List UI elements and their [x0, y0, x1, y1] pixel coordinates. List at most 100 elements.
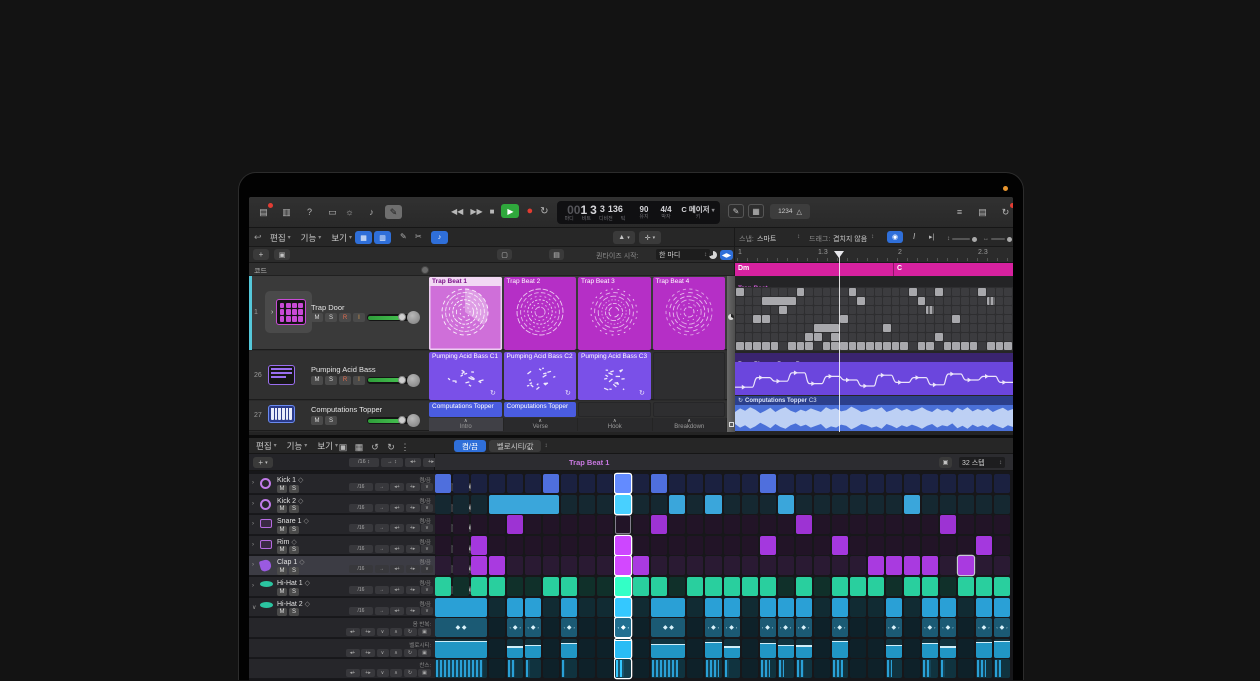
chance-cell[interactable] — [579, 659, 595, 678]
nudge-left-button[interactable]: ◂+ — [390, 565, 404, 573]
step-cell[interactable] — [814, 495, 830, 514]
trap-step-cell[interactable] — [762, 342, 770, 350]
rate-field[interactable]: /16 — [349, 586, 373, 594]
metronome-icon[interactable]: △ — [797, 208, 802, 216]
note-repeat-icon[interactable]: ‹◆› — [760, 618, 776, 637]
trap-step-cell[interactable] — [970, 333, 978, 341]
step-cell[interactable] — [561, 515, 577, 534]
trap-step-cell[interactable] — [918, 315, 926, 323]
trap-step-cell[interactable] — [849, 324, 857, 332]
direction-field[interactable]: → — [375, 504, 389, 512]
note-repeat-icon[interactable]: ‹◆› — [796, 618, 812, 637]
step-cell[interactable] — [579, 515, 595, 534]
velocity-bar[interactable] — [561, 643, 577, 658]
chance-bar[interactable] — [761, 660, 770, 677]
step-cell[interactable] — [958, 577, 974, 596]
trap-step-cell[interactable] — [788, 306, 796, 314]
trap-step-cell[interactable] — [745, 324, 753, 332]
trap-step-cell[interactable] — [788, 288, 796, 296]
track-icon-drum-machine[interactable]: › — [265, 291, 312, 333]
trap-step-cell[interactable] — [875, 288, 883, 296]
trap-step-cell[interactable] — [900, 342, 908, 350]
note-repeat-icon[interactable]: ‹◆› — [778, 618, 794, 637]
step-cell[interactable] — [579, 495, 595, 514]
step-cell[interactable] — [705, 556, 721, 575]
repeat-cell[interactable] — [868, 618, 884, 637]
trap-step-cell[interactable] — [797, 333, 805, 341]
solo-button[interactable]: S — [325, 416, 337, 425]
step-cell[interactable] — [796, 556, 812, 575]
trap-step-cell[interactable] — [771, 333, 779, 341]
step-cell[interactable] — [651, 495, 667, 514]
chance-cell[interactable] — [814, 659, 830, 678]
trap-step-cell[interactable] — [805, 315, 813, 323]
step-cell[interactable] — [579, 598, 595, 617]
rotate-left-icon[interactable]: ↺ — [369, 440, 381, 454]
menu-편집[interactable]: 편집▾ — [265, 231, 296, 244]
mute-button[interactable]: M — [277, 567, 287, 575]
chance-cell[interactable] — [868, 659, 884, 678]
step-cell[interactable] — [778, 474, 794, 493]
trap-step-cell[interactable] — [797, 315, 805, 323]
drag-value[interactable]: 겹치지 않음 — [833, 234, 867, 244]
trap-step-cell[interactable] — [996, 297, 1004, 305]
step-cell[interactable] — [687, 556, 703, 575]
duplicate-button[interactable]: ▣ — [274, 249, 290, 260]
row-header-rim[interactable]: ›Rim ◇MS켬/끔/16→◂++▸∨∧↻▣ — [249, 536, 435, 556]
repeat-cell[interactable] — [597, 618, 613, 637]
step-cell[interactable] — [832, 577, 848, 596]
trap-step-cell[interactable] — [970, 306, 978, 314]
step-cell[interactable] — [669, 495, 685, 514]
nudge-right-button[interactable]: +▸ — [406, 483, 420, 491]
velocity-cell[interactable] — [435, 639, 487, 658]
row-name[interactable]: Kick 2 ◇ — [277, 497, 303, 505]
trap-step-cell[interactable] — [952, 342, 960, 350]
pan-knob[interactable] — [407, 311, 420, 324]
down-button[interactable]: ∨ — [421, 586, 433, 594]
trap-step-cell[interactable] — [762, 297, 796, 305]
step-cell[interactable] — [922, 495, 938, 514]
step-cell[interactable] — [453, 556, 469, 575]
trap-step-cell[interactable] — [805, 333, 813, 341]
step-cell[interactable] — [958, 515, 974, 534]
trap-step-cell[interactable] — [883, 315, 891, 323]
trap-step-cell[interactable] — [970, 297, 978, 305]
velocity-bar[interactable] — [705, 642, 721, 658]
menu-기능[interactable]: 기능▾ — [296, 231, 327, 244]
trap-step-cell[interactable] — [779, 324, 787, 332]
nudge-right-button[interactable]: +▸ — [406, 524, 420, 532]
trap-step-cell[interactable] — [883, 306, 891, 314]
step-cell[interactable] — [760, 577, 776, 596]
velocity-bar[interactable] — [760, 643, 776, 658]
direction-field[interactable]: → — [375, 565, 389, 573]
trap-step-cell[interactable] — [753, 315, 761, 323]
crossfade-button[interactable]: ◀▶ — [720, 250, 733, 260]
nudge-right-button[interactable]: +▸ — [361, 628, 375, 636]
step-cell[interactable] — [940, 598, 956, 617]
trap-step-cell[interactable] — [926, 342, 934, 350]
step-cell[interactable] — [976, 515, 992, 534]
step-cell[interactable] — [976, 495, 992, 514]
repeat-cell[interactable]: ‹◆› — [561, 618, 577, 637]
nudge-left-button[interactable]: ◂+ — [390, 545, 404, 553]
direction-field[interactable]: → ↕ — [381, 458, 403, 467]
chance-cell[interactable] — [507, 659, 523, 678]
trap-step-cell[interactable] — [883, 297, 891, 305]
loop-cell[interactable]: Trap Beat 2 — [504, 277, 577, 350]
chance-cell[interactable] — [922, 659, 938, 678]
step-cell[interactable] — [796, 598, 812, 617]
undo-icon[interactable]: ↩ — [254, 232, 262, 243]
chance-cell[interactable] — [435, 659, 487, 678]
trap-step-cell[interactable] — [762, 288, 770, 296]
step-cell[interactable] — [471, 474, 487, 493]
note-repeat-icon[interactable]: ‹◆› — [886, 618, 902, 637]
down-button[interactable]: ∨ — [421, 607, 433, 615]
velocity-cell[interactable] — [615, 639, 631, 658]
repeat-cell[interactable] — [850, 618, 866, 637]
row-header-clap-1[interactable]: ›Clap 1 ◇MS켬/끔/16→◂++▸∨∧↻▣ — [249, 556, 435, 576]
loop-cell[interactable]: Pumping Acid Bass C3↻ — [578, 352, 651, 400]
grid-divider-column[interactable] — [727, 276, 735, 432]
trap-step-cell[interactable] — [883, 324, 891, 332]
repeat-cell[interactable] — [742, 618, 758, 637]
note-repeat-icon[interactable]: ‹◆› — [940, 618, 956, 637]
